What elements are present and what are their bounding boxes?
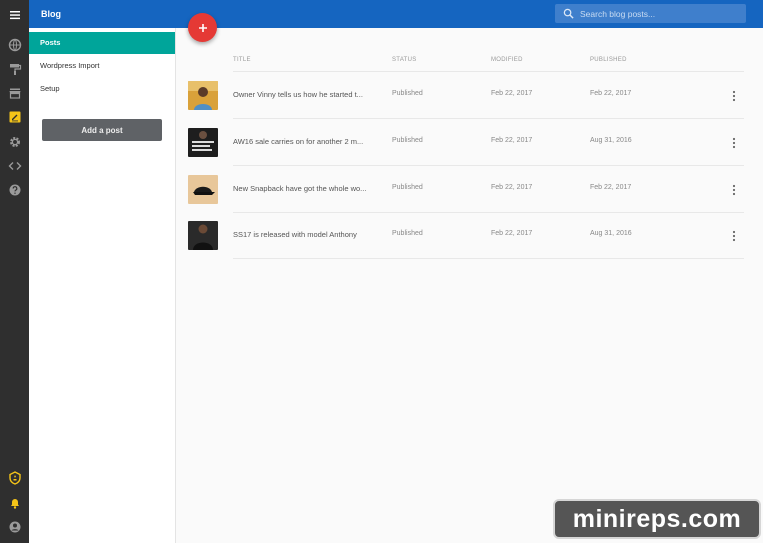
search-input[interactable] bbox=[580, 6, 740, 21]
post-modified: Feb 22, 2017 bbox=[491, 90, 533, 97]
post-title[interactable]: New Snapback have got the whole wo... bbox=[233, 184, 366, 193]
post-published: Aug 31, 2016 bbox=[590, 230, 632, 237]
post-published: Feb 22, 2017 bbox=[590, 90, 632, 97]
table-row[interactable]: Owner Vinny tells us how he started t...… bbox=[186, 72, 744, 119]
menu-icon[interactable] bbox=[7, 7, 22, 22]
shield-icon[interactable] bbox=[7, 470, 22, 485]
column-header-published[interactable]: PUBLISHED bbox=[590, 57, 627, 63]
help-icon[interactable] bbox=[7, 182, 22, 197]
more-vert-icon[interactable] bbox=[729, 183, 739, 197]
gear-icon[interactable] bbox=[7, 134, 22, 149]
add-post-button[interactable]: Add a post bbox=[42, 119, 162, 141]
page-title: Blog bbox=[41, 9, 61, 19]
plus-icon bbox=[198, 23, 207, 32]
post-thumbnail bbox=[188, 175, 218, 204]
globe-icon[interactable] bbox=[7, 37, 22, 52]
table-row[interactable]: AW16 sale carries on for another 2 m... … bbox=[186, 119, 744, 166]
column-header-status[interactable]: STATUS bbox=[392, 57, 417, 63]
table-row[interactable]: SS17 is released with model Anthony Publ… bbox=[186, 212, 744, 259]
post-modified: Feb 22, 2017 bbox=[491, 230, 533, 237]
post-published: Feb 22, 2017 bbox=[590, 184, 632, 191]
post-status: Published bbox=[392, 90, 423, 97]
post-title[interactable]: AW16 sale carries on for another 2 m... bbox=[233, 137, 363, 146]
left-rail bbox=[0, 0, 29, 543]
app-bar: Blog bbox=[29, 0, 763, 28]
code-icon[interactable] bbox=[7, 158, 22, 173]
bell-icon[interactable] bbox=[7, 495, 22, 510]
post-title[interactable]: Owner Vinny tells us how he started t... bbox=[233, 90, 363, 99]
search-box[interactable] bbox=[555, 4, 746, 23]
post-modified: Feb 22, 2017 bbox=[491, 184, 533, 191]
blog-icon[interactable] bbox=[7, 109, 22, 124]
add-fab-button[interactable] bbox=[188, 13, 217, 42]
post-thumbnail bbox=[188, 128, 218, 157]
more-vert-icon[interactable] bbox=[729, 89, 739, 103]
post-modified: Feb 22, 2017 bbox=[491, 137, 533, 144]
search-icon bbox=[563, 8, 574, 19]
row-divider bbox=[233, 258, 744, 259]
watermark: minireps.com bbox=[553, 499, 761, 539]
post-status: Published bbox=[392, 184, 423, 191]
post-thumbnail bbox=[188, 221, 218, 250]
sidebar: Posts Wordpress Import Setup Add a post bbox=[29, 28, 176, 543]
column-header-modified[interactable]: MODIFIED bbox=[491, 57, 523, 63]
post-thumbnail bbox=[188, 81, 218, 110]
post-status: Published bbox=[392, 137, 423, 144]
paint-roller-icon[interactable] bbox=[7, 61, 22, 76]
account-icon[interactable] bbox=[7, 519, 22, 534]
more-vert-icon[interactable] bbox=[729, 136, 739, 150]
more-vert-icon[interactable] bbox=[729, 229, 739, 243]
table-row[interactable]: New Snapback have got the whole wo... Pu… bbox=[186, 166, 744, 213]
post-status: Published bbox=[392, 230, 423, 237]
sidebar-item-posts[interactable]: Posts bbox=[29, 32, 175, 54]
store-icon[interactable] bbox=[7, 85, 22, 100]
sidebar-item-setup[interactable]: Setup bbox=[29, 78, 175, 100]
column-header-title[interactable]: TITLE bbox=[233, 57, 251, 63]
post-title[interactable]: SS17 is released with model Anthony bbox=[233, 230, 357, 239]
sidebar-item-wordpress-import[interactable]: Wordpress Import bbox=[29, 55, 175, 77]
post-published: Aug 31, 2016 bbox=[590, 137, 632, 144]
